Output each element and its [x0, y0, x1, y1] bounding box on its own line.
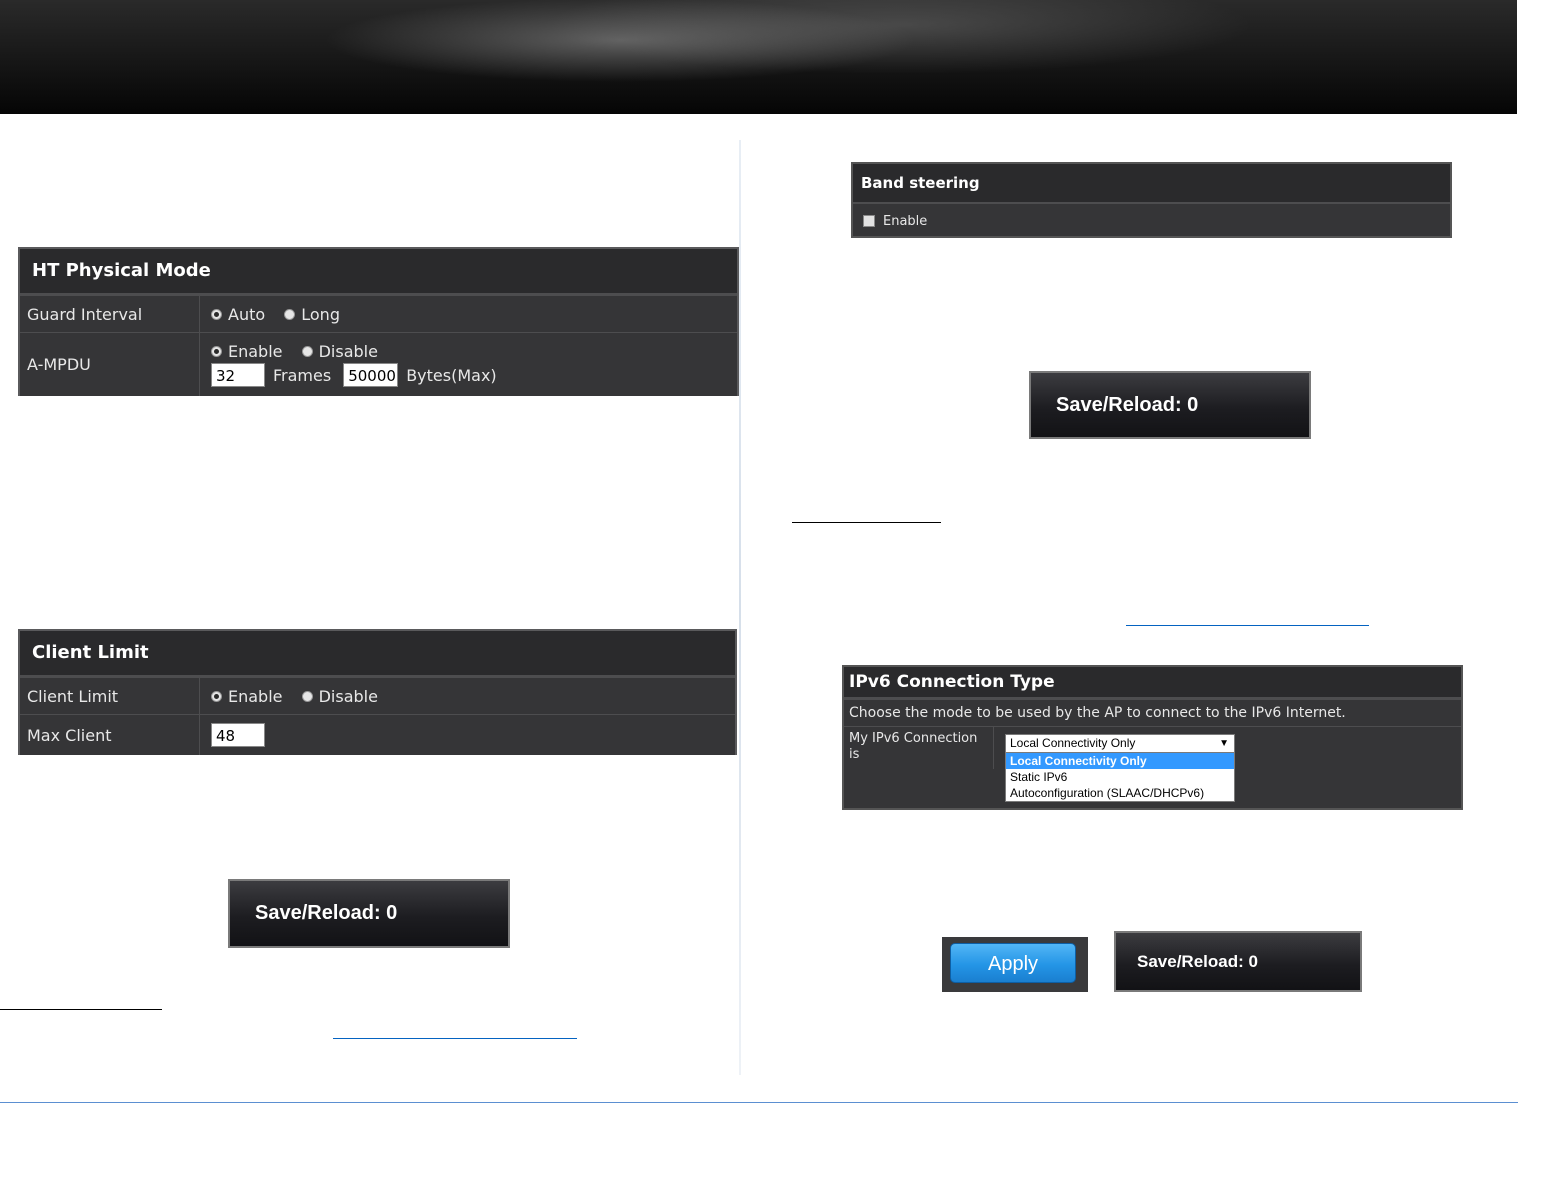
- frames-label: Frames: [273, 365, 332, 385]
- ipv6-connection-select[interactable]: Local Connectivity Only ▼ Local Connecti…: [1005, 734, 1235, 802]
- panel-title: Band steering: [853, 164, 1450, 204]
- band-steering-enable-option[interactable]: Enable: [853, 204, 1450, 238]
- header-banner: [0, 0, 1517, 114]
- guard-interval-row: Guard Interval Auto Long: [20, 295, 737, 332]
- max-client-row: Max Client 48: [20, 714, 735, 755]
- client-limit-panel: Client Limit Client Limit Enable Disable…: [18, 629, 737, 755]
- select-option-autoconfiguration[interactable]: Autoconfiguration (SLAAC/DHCPv6): [1006, 785, 1234, 801]
- hyperlink-underline[interactable]: [1126, 625, 1369, 626]
- radio-unselected-icon: [301, 690, 313, 702]
- select-option-local-connectivity[interactable]: Local Connectivity Only: [1006, 753, 1234, 769]
- column-divider: [739, 140, 741, 1075]
- bytes-label: Bytes(Max): [406, 365, 497, 385]
- save-reload-button[interactable]: Save/Reload: 0: [1029, 371, 1311, 439]
- ampdu-enable-radio[interactable]: Enable: [211, 342, 283, 361]
- select-option-static-ipv6[interactable]: Static IPv6: [1006, 769, 1234, 785]
- ipv6-connection-type-panel: IPv6 Connection Type Choose the mode to …: [842, 665, 1463, 810]
- max-client-input[interactable]: 48: [211, 723, 265, 747]
- radio-unselected-icon: [284, 308, 296, 320]
- checkbox-icon: [863, 215, 875, 227]
- panel-title: IPv6 Connection Type: [844, 667, 1461, 699]
- client-limit-label: Client Limit: [20, 678, 200, 714]
- panel-title: Client Limit: [20, 631, 735, 677]
- client-limit-disable-radio[interactable]: Disable: [301, 687, 378, 706]
- radio-unselected-icon: [301, 346, 313, 357]
- guard-interval-auto-radio[interactable]: Auto: [211, 305, 265, 324]
- radio-selected-icon: [211, 308, 222, 320]
- footer-rule: [0, 1102, 1518, 1103]
- select-current-value[interactable]: Local Connectivity Only ▼: [1006, 735, 1234, 753]
- save-reload-button[interactable]: Save/Reload: 0: [1114, 931, 1362, 992]
- ipv6-connection-label: My IPv6 Connection is: [844, 727, 994, 769]
- section-heading-underline: [792, 522, 941, 523]
- radio-selected-icon: [211, 690, 222, 702]
- radio-selected-icon: [211, 346, 222, 357]
- ipv6-description: Choose the mode to be used by the AP to …: [844, 699, 1461, 726]
- section-heading-underline: [0, 1009, 162, 1010]
- max-client-label: Max Client: [20, 715, 200, 755]
- ht-physical-mode-panel: HT Physical Mode Guard Interval Auto Lon…: [18, 247, 739, 396]
- hyperlink-underline[interactable]: [333, 1038, 577, 1039]
- client-limit-row: Client Limit Enable Disable: [20, 677, 735, 714]
- band-steering-panel: Band steering Enable: [851, 162, 1452, 238]
- apply-button[interactable]: Apply: [950, 943, 1076, 983]
- client-limit-enable-radio[interactable]: Enable: [211, 687, 283, 706]
- guard-interval-label: Guard Interval: [20, 296, 200, 332]
- guard-interval-long-radio[interactable]: Long: [284, 305, 340, 324]
- ampdu-row: A-MPDU Enable Disable 32 Frames 50000 By…: [20, 332, 737, 396]
- ampdu-frames-input[interactable]: 32: [211, 363, 265, 387]
- apply-button-frame: Apply: [942, 937, 1088, 992]
- panel-title: HT Physical Mode: [20, 249, 737, 295]
- ampdu-bytes-input[interactable]: 50000: [343, 363, 399, 387]
- ampdu-disable-radio[interactable]: Disable: [301, 342, 378, 361]
- ampdu-label: A-MPDU: [20, 333, 200, 396]
- dropdown-arrow-icon: ▼: [1219, 738, 1229, 749]
- save-reload-button[interactable]: Save/Reload: 0: [228, 879, 510, 948]
